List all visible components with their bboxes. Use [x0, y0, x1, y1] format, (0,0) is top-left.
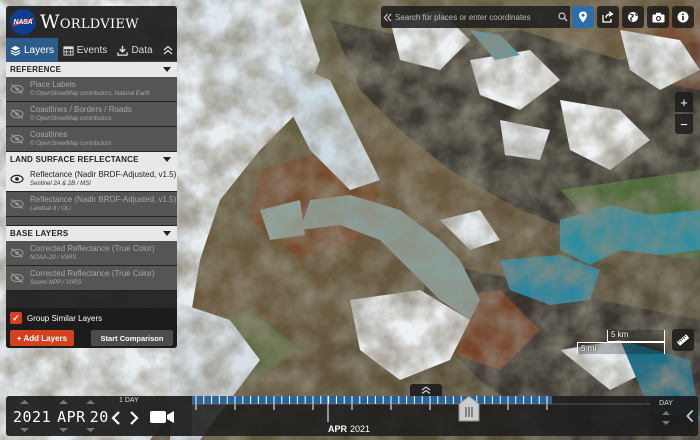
- map-marker-icon: [579, 11, 587, 23]
- sidebar-footer: + Add Layers Start Comparison: [6, 328, 177, 348]
- share-button[interactable]: [597, 6, 619, 28]
- app-title[interactable]: Worldview: [40, 11, 139, 33]
- zoom-in-button[interactable]: +: [675, 92, 693, 112]
- snapshot-button[interactable]: [647, 6, 669, 28]
- info-icon: [677, 11, 689, 23]
- layer-source: NOAA-20 / VIIRS: [30, 255, 77, 261]
- layer-source: Landsat 8 / OLI: [30, 206, 72, 212]
- next-day-button[interactable]: [127, 408, 141, 428]
- layer-row[interactable]: Place Labels © OpenStreetMap contributors…: [6, 77, 177, 102]
- zoom-level-arrows: [662, 411, 670, 425]
- layer-source: Sentinel 2A & 2B / MSI: [30, 181, 91, 187]
- chevron-left-icon: [111, 411, 120, 425]
- layer-name: Place Labels: [30, 80, 76, 89]
- hide-timeline-button[interactable]: [682, 396, 698, 436]
- search-icon[interactable]: [556, 12, 570, 22]
- brand-header: NASA Worldview: [6, 6, 177, 38]
- double-chevron-up-icon: [163, 45, 172, 54]
- layer-source: © OpenStreetMap contributors: [30, 116, 112, 122]
- layer-name: Coastlines: [30, 130, 68, 139]
- eye-slash-icon[interactable]: [9, 271, 25, 285]
- location-search: [381, 6, 570, 28]
- caret-down-icon: [163, 67, 171, 72]
- date-selector: 2021 APR 20 1 DAY: [6, 396, 192, 436]
- layer-source: Suomi NPP / VIIRS: [30, 280, 82, 286]
- zoom-out-button[interactable]: −: [675, 114, 693, 134]
- timeline-grip-icon: [458, 395, 480, 422]
- layer-row[interactable]: Corrected Reflectance (True Color) Suomi …: [6, 266, 177, 291]
- category-header-reference[interactable]: REFERENCE: [6, 62, 177, 77]
- eye-slash-icon[interactable]: [9, 132, 25, 146]
- eye-slash-icon[interactable]: [9, 82, 25, 96]
- timeline-zoom-level[interactable]: DAY: [650, 396, 682, 436]
- projection-button[interactable]: [622, 6, 644, 28]
- timeline-axis: [192, 396, 650, 422]
- layer-name: Coastlines / Borders / Roads: [30, 105, 132, 114]
- caret-down-icon: [163, 231, 171, 236]
- ruler-icon: [676, 334, 690, 346]
- layer-row[interactable]: Reflectance (Nadir BRDF-Adjusted, v1.5) S…: [6, 167, 177, 192]
- tab-events[interactable]: Events: [58, 38, 112, 62]
- timeline-zoom-label: DAY: [659, 400, 673, 407]
- category-header-base-layers[interactable]: BASE LAYERS: [6, 226, 177, 241]
- date-increment-arrows: [20, 400, 95, 432]
- info-button[interactable]: [672, 6, 694, 28]
- eye-slash-icon[interactable]: [9, 197, 25, 211]
- download-icon: [117, 45, 129, 56]
- share-icon: [602, 11, 614, 23]
- chevron-left-double-icon[interactable]: [381, 13, 393, 22]
- eye-icon[interactable]: [9, 172, 25, 186]
- start-comparison-button[interactable]: Start Comparison: [91, 330, 173, 346]
- layer-source: © OpenStreetMap contributors: [30, 141, 112, 147]
- previous-day-button[interactable]: [109, 408, 123, 428]
- tab-data[interactable]: Data: [112, 38, 158, 62]
- eye-slash-icon[interactable]: [9, 246, 25, 260]
- collapse-sidebar-button[interactable]: [158, 38, 177, 61]
- video-camera-icon: [150, 411, 174, 423]
- scale-bar-mi: 5 mi: [577, 342, 665, 354]
- caret-down-icon: [163, 157, 171, 162]
- timeline-month-label: APR 2021: [328, 424, 371, 434]
- chevron-left-icon: [686, 409, 694, 423]
- timeline-handle[interactable]: [458, 395, 480, 422]
- layers-sidebar: NASA Worldview Layers Events Data REFERE…: [6, 6, 177, 348]
- sidebar-tabs: Layers Events Data: [6, 38, 177, 62]
- category-header-land-surface-reflectance[interactable]: LAND SURFACE REFLECTANCE: [6, 152, 177, 167]
- search-input[interactable]: [393, 7, 556, 27]
- animation-button[interactable]: [148, 407, 176, 427]
- layer-source: © OpenStreetMap contributors, Natural Ea…: [30, 91, 151, 97]
- calendar-icon: [63, 45, 74, 56]
- layer-name: Corrected Reflectance (True Color): [30, 269, 155, 278]
- layer-name: Corrected Reflectance (True Color): [30, 244, 155, 253]
- location-pin-button[interactable]: [572, 6, 594, 28]
- group-similar-label: Group Similar Layers: [27, 313, 103, 323]
- globe-icon: [628, 12, 638, 22]
- interval-label[interactable]: 1 DAY: [119, 397, 139, 404]
- timeline-bar[interactable]: APR 2021: [192, 395, 650, 436]
- scale-bar-km: 5 km: [607, 330, 665, 342]
- chevron-right-icon: [130, 411, 139, 425]
- timeline-toggle-button[interactable]: [410, 384, 442, 396]
- layer-name: Reflectance (Nadir BRDF-Adjusted, v1.5): [30, 170, 177, 179]
- tab-layers[interactable]: Layers: [6, 38, 58, 62]
- eye-slash-icon[interactable]: [9, 107, 25, 121]
- double-chevron-up-icon: [421, 386, 431, 394]
- camera-icon: [652, 12, 664, 22]
- layer-row[interactable]: Coastlines / Borders / Roads © OpenStreet…: [6, 102, 177, 127]
- group-similar-layers[interactable]: ✓ Group Similar Layers: [6, 308, 177, 328]
- layer-row[interactable]: Corrected Reflectance (True Color) NOAA-2…: [6, 241, 177, 266]
- add-layers-button[interactable]: + Add Layers: [10, 330, 74, 346]
- measure-button[interactable]: [672, 329, 694, 351]
- layers-icon: [10, 45, 21, 56]
- layer-row[interactable]: Coastlines © OpenStreetMap contributors: [6, 127, 177, 152]
- layer-name: Reflectance (Nadir BRDF-Adjusted, v1.5): [30, 195, 177, 204]
- layer-row[interactable]: Reflectance (Nadir BRDF-Adjusted, v1.5) L…: [6, 192, 177, 217]
- layer-list[interactable]: REFERENCE Place Labels © OpenStreetMap co…: [6, 62, 177, 308]
- layer-list-spacer: [6, 217, 177, 226]
- nasa-logo[interactable]: NASA: [10, 9, 36, 35]
- group-similar-checkbox[interactable]: ✓: [10, 312, 22, 324]
